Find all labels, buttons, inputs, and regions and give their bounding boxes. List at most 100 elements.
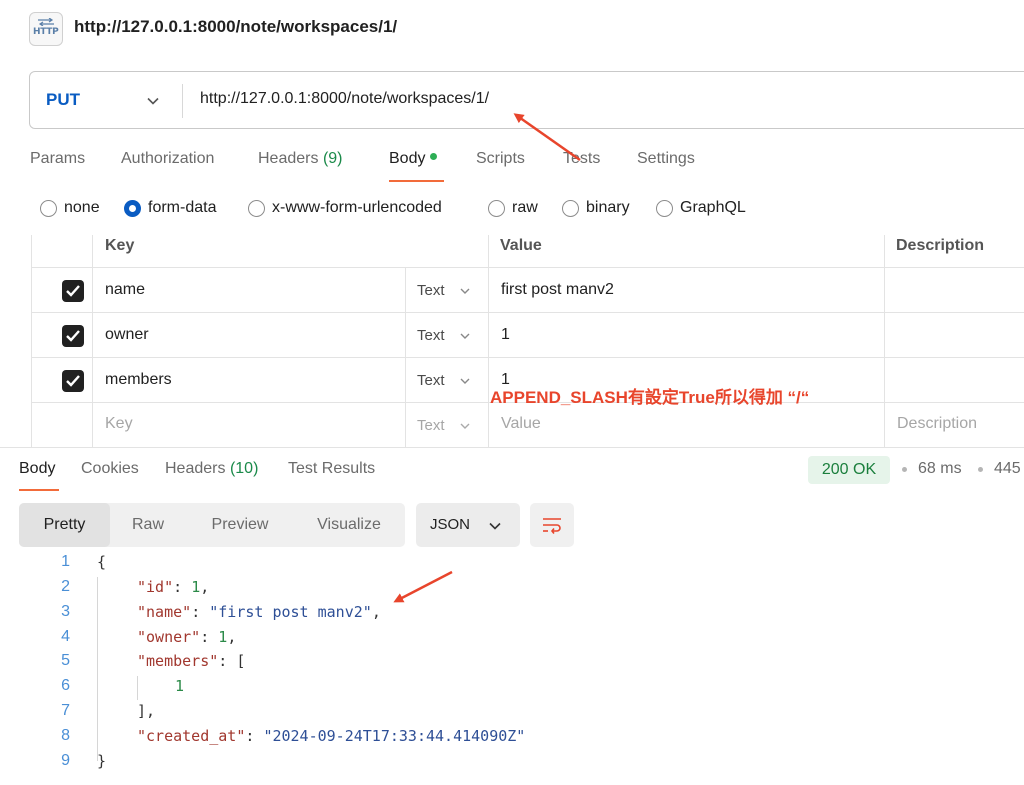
radio-x-www-form-urlencoded[interactable]: x-www-form-urlencoded [248,199,442,217]
wrap-lines-button[interactable] [530,503,574,547]
response-tab-test-results[interactable]: Test Results [288,460,375,478]
response-tab-body[interactable]: Body [19,460,55,478]
form-data-table: Key Value Description name Text first po… [31,225,1024,447]
radio-raw[interactable]: raw [488,199,538,217]
radio-circle[interactable] [562,199,579,217]
radio-none[interactable]: none [40,199,100,217]
format-select[interactable]: JSON [416,503,520,547]
url-bar: PUT http://127.0.0.1:8000/note/workspace… [29,71,1024,129]
annotation-note: APPEND_SLASH有設定True所以得加 “/“ [490,388,810,407]
meta-separator [902,467,907,472]
format-label: JSON [430,516,471,533]
value-placeholder[interactable]: Value [501,415,541,433]
code-text: "owner": 1, [137,628,237,646]
code-line: 9 } [0,752,1024,776]
row-checkbox[interactable] [62,325,84,347]
value-cell[interactable]: first post manv2 [501,281,614,299]
response-tab-headers[interactable]: Headers (10) [165,460,258,478]
code-line: 8 "created_at": "2024-09-24T17:33:44.414… [0,727,1024,751]
radio-form-data[interactable]: form-data [124,199,216,217]
response-time[interactable]: 68 ms [918,460,962,478]
radio-circle[interactable] [248,199,265,217]
tab-params[interactable]: Params [30,150,85,168]
radio-label: GraphQL [680,199,746,216]
radio-circle[interactable] [40,199,57,217]
code-line: 5 "members": [ [0,652,1024,676]
row-checkbox[interactable] [62,280,84,302]
json-key: "created_at" [137,727,246,745]
tab-tests[interactable]: Tests [563,150,600,168]
table-placeholder-row: Key Text Value Description [31,403,1024,447]
radio-label: binary [586,199,630,216]
code-line: 6 1 [0,677,1024,701]
chevron-down-icon [489,522,501,530]
method-select[interactable]: PUT [46,90,80,110]
request-title[interactable]: http://127.0.0.1:8000/note/workspaces/1/ [74,17,397,37]
radio-circle[interactable] [656,199,673,217]
response-tab-headers-label: Headers [165,460,226,477]
line-number: 1 [61,553,70,570]
view-visualize-button[interactable]: Visualize [299,503,399,547]
code-text: } [97,752,106,770]
key-cell[interactable]: owner [105,326,149,344]
radio-binary[interactable]: binary [562,199,630,217]
json-number: 1 [191,578,201,596]
description-placeholder[interactable]: Description [897,415,977,433]
response-tab-cookies[interactable]: Cookies [81,460,139,478]
view-mode-group: Pretty Raw Preview Visualize [19,503,405,547]
row-checkbox[interactable] [62,370,84,392]
tab-headers-label: Headers [258,150,319,167]
key-placeholder[interactable]: Key [105,415,133,433]
response-size[interactable]: 445 [994,460,1021,478]
view-pretty-button[interactable]: Pretty [19,503,110,547]
type-select[interactable]: Text [417,282,445,299]
type-select-placeholder[interactable]: Text [417,417,445,434]
status-badge[interactable]: 200 OK [808,456,890,484]
chevron-down-icon[interactable] [459,285,471,297]
line-number: 2 [61,578,70,595]
checkmark-icon [66,330,80,342]
chevron-down-icon[interactable] [459,375,471,387]
type-select[interactable]: Text [417,327,445,344]
radio-circle-checked[interactable] [124,199,141,217]
url-input[interactable]: http://127.0.0.1:8000/note/workspaces/1/ [200,90,489,108]
header-value: Value [500,237,542,254]
json-key: "id" [137,578,174,596]
radio-circle[interactable] [488,199,505,217]
code-text: "id": 1, [137,578,210,596]
checkmark-icon [66,285,80,297]
tab-body[interactable]: Body [389,150,438,168]
value-cell[interactable]: 1 [501,326,510,344]
key-cell[interactable]: members [105,371,172,389]
swap-arrows-icon [38,18,54,26]
tab-scripts[interactable]: Scripts [476,150,525,168]
request-title-bar: HTTP http://127.0.0.1:8000/note/workspac… [0,0,1024,58]
chevron-down-icon[interactable] [459,330,471,342]
chevron-down-icon[interactable] [459,420,471,432]
tab-headers-count: (9) [322,150,343,167]
json-string: "2024-09-24T17:33:44.414090Z" [263,727,526,745]
active-response-tab-indicator [19,489,59,491]
meta-separator [978,467,983,472]
chevron-down-icon[interactable] [146,94,160,108]
tab-settings[interactable]: Settings [637,150,695,168]
type-select[interactable]: Text [417,372,445,389]
table-row: name Text first post manv2 [31,268,1024,313]
json-string: "first post manv2" [209,603,372,621]
active-tab-indicator [389,180,444,182]
response-json-viewer[interactable]: 1 { 2 "id": 1, 3 "name": "first post man… [0,553,1024,785]
header-key: Key [105,237,135,254]
tab-authorization[interactable]: Authorization [121,150,214,168]
response-tab-headers-count: (10) [229,460,259,477]
tab-body-label: Body [389,150,426,167]
view-raw-button[interactable]: Raw [110,503,186,547]
key-cell[interactable]: name [105,281,145,299]
code-line: 3 "name": "first post manv2", [0,603,1024,627]
view-preview-button[interactable]: Preview [191,503,289,547]
tab-headers[interactable]: Headers (9) [258,150,343,168]
radio-label: raw [512,199,538,216]
header-description: Description [896,237,985,254]
json-number: 1 [175,677,185,695]
line-number: 7 [61,702,70,719]
radio-graphql[interactable]: GraphQL [656,199,746,217]
